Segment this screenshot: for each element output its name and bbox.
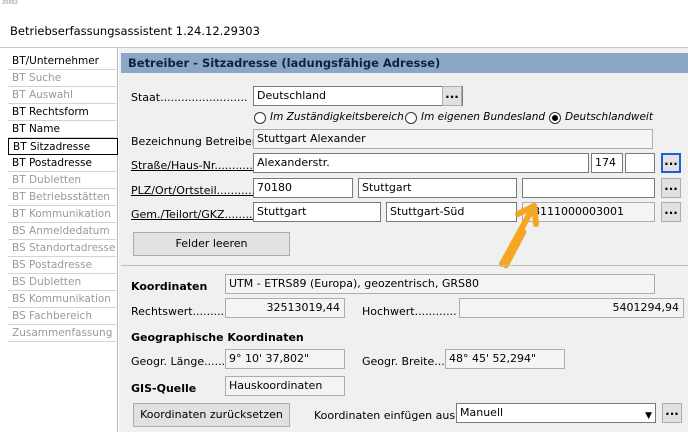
koordinatensystem-field: UTM - ETRS89 (Europa), geozentrisch, GRS… [225, 274, 655, 294]
rechtswert-label: Rechtswert......... [131, 305, 225, 318]
staat-label: Staat......................... [131, 91, 248, 104]
annotation-arrow-icon [499, 203, 539, 269]
hochwert-label: Hochwert............ [362, 305, 456, 318]
step-bt-unternehmer[interactable]: BT/Unternehmer [8, 53, 118, 70]
step-bt-rechtsform[interactable]: BT Rechtsform [8, 104, 118, 121]
hausnummer-zusatz-field[interactable] [625, 153, 655, 173]
hochwert-field: 5401294,94 [459, 298, 684, 318]
gemeinde-field[interactable]: Stuttgart [253, 202, 381, 222]
step-bt-postadresse[interactable]: BT Postadresse [8, 155, 118, 172]
step-bt-kommunikation: BT Kommunikation [8, 206, 118, 223]
gis-quelle-field: Hauskoordinaten [225, 376, 345, 396]
breite-field: 48° 45' 52,294" [445, 349, 565, 369]
chevron-down-icon: ▼ [645, 411, 652, 421]
step-bs-standortadresse: BS Standortadresse [8, 240, 118, 257]
window-stub-text: 20002 [2, 0, 18, 4]
strasse-field[interactable]: Alexanderstr. [253, 153, 589, 173]
bezeichnung-field: Stuttgart Alexander [253, 129, 653, 149]
radio-zustaendigkeitsbereich[interactable] [254, 112, 266, 124]
gem-select-button[interactable]: ... [661, 202, 681, 222]
strasse-label: Straße/Haus-Nr........... [131, 159, 253, 172]
step-bs-postadresse: BS Postadresse [8, 257, 118, 274]
rechtswert-field: 32513019,44 [225, 298, 345, 318]
step-bt-suche: BT Suche [8, 70, 118, 87]
step-bs-dubletten: BS Dubletten [8, 274, 118, 291]
laenge-field: 9° 10' 37,802" [225, 349, 345, 369]
radio-eigenes-bundesland[interactable] [405, 112, 417, 124]
step-bt-name[interactable]: BT Name [8, 121, 118, 138]
window-title: Betriebserfassungsassistent 1.24.12.2930… [10, 24, 260, 38]
step-bs-anmeldedatum: BS Anmeldedatum [8, 223, 118, 240]
koordinaten-label: Koordinaten [131, 280, 208, 293]
step-bs-kommunikation: BS Kommunikation [8, 291, 118, 308]
window-titlebar: Betriebserfassungsassistent 1.24.12.2930… [0, 8, 688, 48]
insert-from-select[interactable]: Manuell ▼ [456, 403, 656, 423]
reset-coordinates-label: Koordinaten zurücksetzen [140, 408, 283, 421]
geo-koordinaten-label: Geographische Koordinaten [131, 331, 304, 344]
staat-field[interactable]: Deutschland [253, 86, 463, 106]
clear-fields-button[interactable]: Felder leeren [133, 232, 290, 256]
reset-coordinates-button[interactable]: Koordinaten zurücksetzen [133, 403, 290, 427]
step-bt-dubletten: BT Dubletten [8, 172, 118, 189]
hausnummer-field[interactable]: 174 [591, 153, 623, 173]
breite-label: Geogr. Breite........ [362, 355, 456, 368]
insert-from-button[interactable]: ... [662, 403, 682, 423]
section-header: Betreiber - Sitzadresse (ladungsfähige A… [121, 53, 688, 73]
insert-from-label: Koordinaten einfügen aus...... [314, 409, 456, 422]
section-divider [121, 265, 688, 266]
radio-eigenes-bundesland-label: Im eigenen Bundesland [421, 111, 546, 123]
radio-deutschlandweit-label: Deutschlandweit [565, 111, 653, 123]
staat-select-button[interactable]: ... [442, 86, 462, 106]
plz-field[interactable]: 70180 [253, 178, 353, 198]
laenge-label: Geogr. Länge........ [131, 355, 225, 368]
step-bt-betriebsstaetten: BT Betriebsstätten [8, 189, 118, 206]
strasse-select-button[interactable]: ... [661, 153, 681, 173]
step-bt-sitzadresse[interactable]: BT Sitzadresse [8, 138, 118, 155]
gem-label: Gem./Teilort/GKZ........... [131, 208, 253, 221]
plz-select-button[interactable]: ... [661, 178, 681, 198]
radio-zustaendigkeitsbereich-label: Im Zuständigkeitsbereich [270, 111, 404, 123]
gis-quelle-label: GIS-Quelle [131, 382, 197, 395]
step-bs-fachbereich: BS Fachbereich [8, 308, 118, 325]
insert-from-value: Manuell [460, 406, 504, 419]
bezeichnung-label: Bezeichnung Betreiber..... [131, 135, 255, 148]
radio-deutschlandweit[interactable] [549, 112, 561, 124]
plz-label: PLZ/Ort/Ortsteil........... [131, 184, 253, 197]
step-zusammenfassung: Zusammenfassung [8, 325, 118, 342]
wizard-step-list: BT/Unternehmer BT Suche BT Auswahl BT Re… [8, 48, 118, 432]
step-bt-auswahl: BT Auswahl [8, 87, 118, 104]
